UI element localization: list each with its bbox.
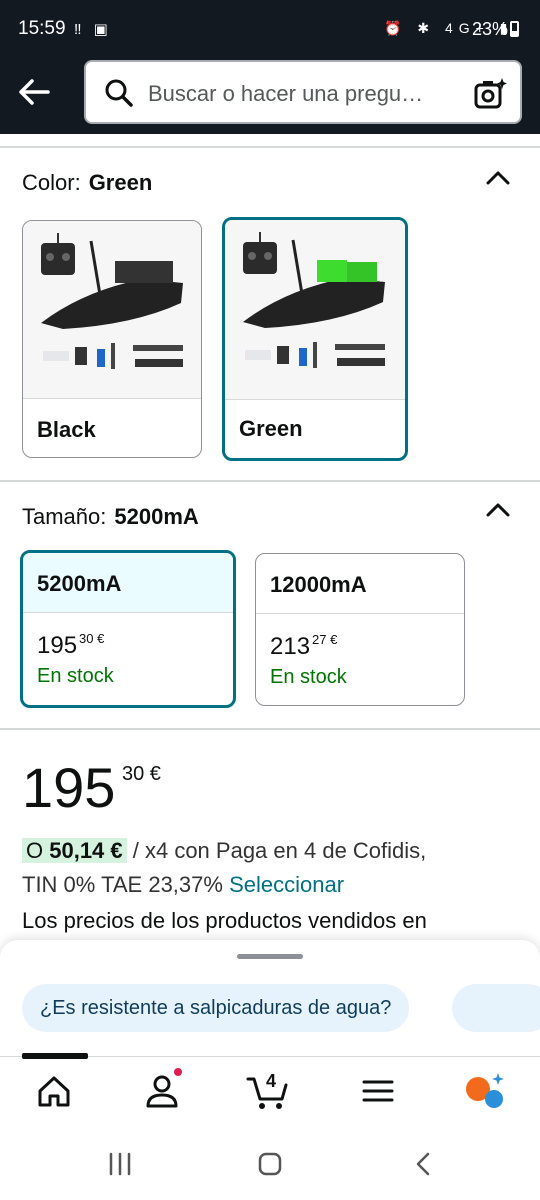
boat-image xyxy=(41,233,183,369)
system-navigation-bar xyxy=(0,1128,540,1200)
main-price-cents: 30 € xyxy=(122,763,161,785)
search-placeholder: Buscar o hacer una pregu… xyxy=(148,81,424,106)
suggested-question-chip[interactable] xyxy=(452,984,540,1032)
boat-image xyxy=(243,232,385,368)
collapse-chevron-up-icon[interactable] xyxy=(484,500,512,520)
back-arrow-icon[interactable] xyxy=(14,72,54,112)
financing-info: O 50,14 € / x4 con Paga en 4 de Cofidis,… xyxy=(22,834,522,902)
home-button-icon[interactable] xyxy=(256,1150,284,1178)
financing-prefix: O xyxy=(26,838,50,863)
active-tab-indicator xyxy=(22,1053,88,1059)
size-option-header: 5200mA xyxy=(23,553,233,613)
financing-select-link[interactable]: Seleccionar xyxy=(229,872,344,897)
recent-apps-icon[interactable] xyxy=(106,1150,134,1178)
stock-status: En stock xyxy=(37,665,114,687)
size-option-price: 195 30 € xyxy=(37,631,104,660)
menu-icon[interactable] xyxy=(358,1071,398,1111)
color-option-label: Black xyxy=(37,417,96,442)
cart-count-badge: 4 xyxy=(266,1071,277,1091)
main-price-integer: 195 xyxy=(22,756,116,819)
size-selector-label: Tamaño: 5200mA xyxy=(22,504,199,530)
battery-indicator: 23% xyxy=(472,19,520,40)
account-notification-dot xyxy=(172,1066,184,1078)
financing-text: / x4 con Paga en 4 de Cofidis, xyxy=(126,838,427,863)
stock-status: En stock xyxy=(270,666,347,688)
financing-highlight: O 50,14 € xyxy=(22,838,127,863)
rufus-ai-icon[interactable] xyxy=(464,1071,508,1111)
status-time: 15:59 xyxy=(18,18,66,39)
back-button-icon[interactable] xyxy=(410,1150,438,1178)
product-image-black xyxy=(23,221,201,399)
section-divider xyxy=(0,146,540,148)
color-selected-value: Green xyxy=(88,170,153,195)
price-integer: 213 xyxy=(270,633,311,660)
home-icon[interactable] xyxy=(34,1071,74,1111)
color-option-label: Green xyxy=(239,416,303,441)
search-icon xyxy=(105,79,133,107)
search-bar[interactable]: Buscar o hacer una pregu… xyxy=(84,60,522,124)
battery-icon xyxy=(510,21,520,37)
color-label-text: Color: xyxy=(22,170,81,195)
sheet-drag-handle[interactable] xyxy=(237,954,303,959)
status-bar: 15:59 ‼ ▣ ⏰ ✱ 4G+ ▮ 23% xyxy=(0,0,540,56)
section-divider xyxy=(0,728,540,730)
rufus-bottom-sheet[interactable]: ¿Es resistente a salpicaduras de agua? xyxy=(0,940,540,1060)
notification-icons: ‼ ▣ xyxy=(74,21,112,38)
color-selector-label: Color: Green xyxy=(22,170,152,196)
product-image-green xyxy=(225,220,405,400)
suggested-question-chip[interactable]: ¿Es resistente a salpicaduras de agua? xyxy=(22,984,410,1032)
financing-amount: 50,14 € xyxy=(49,838,123,863)
color-option-green[interactable]: Green xyxy=(222,217,408,461)
price-cents: 27 € xyxy=(312,632,338,647)
main-price: 195 30 € xyxy=(22,756,161,819)
battery-level: 23% xyxy=(472,19,509,39)
price-disclaimer-text: Los precios de los productos vendidos en xyxy=(22,908,427,933)
section-divider xyxy=(0,480,540,482)
size-option-price: 213 27 € xyxy=(270,632,337,661)
financing-rate: TIN 0% TAE 23,37% xyxy=(22,872,230,897)
price-integer: 195 xyxy=(37,632,78,659)
bottom-tab-bar: 4 xyxy=(0,1053,540,1128)
collapse-chevron-up-icon[interactable] xyxy=(484,168,512,188)
camera-search-icon[interactable] xyxy=(472,76,508,112)
size-option-header: 12000mA xyxy=(256,554,464,614)
size-option-12000mA[interactable]: 12000mA 213 27 € En stock xyxy=(255,553,465,706)
size-label-text: Tamaño: xyxy=(22,504,107,529)
size-option-5200mA[interactable]: 5200mA 195 30 € En stock xyxy=(20,550,236,708)
size-option-label: 5200mA xyxy=(37,571,122,596)
size-selected-value: 5200mA xyxy=(114,504,199,529)
app-header: Buscar o hacer una pregu… xyxy=(0,56,540,134)
color-option-black[interactable]: Black xyxy=(22,220,202,458)
price-cents: 30 € xyxy=(79,631,105,646)
size-option-label: 12000mA xyxy=(270,572,367,597)
